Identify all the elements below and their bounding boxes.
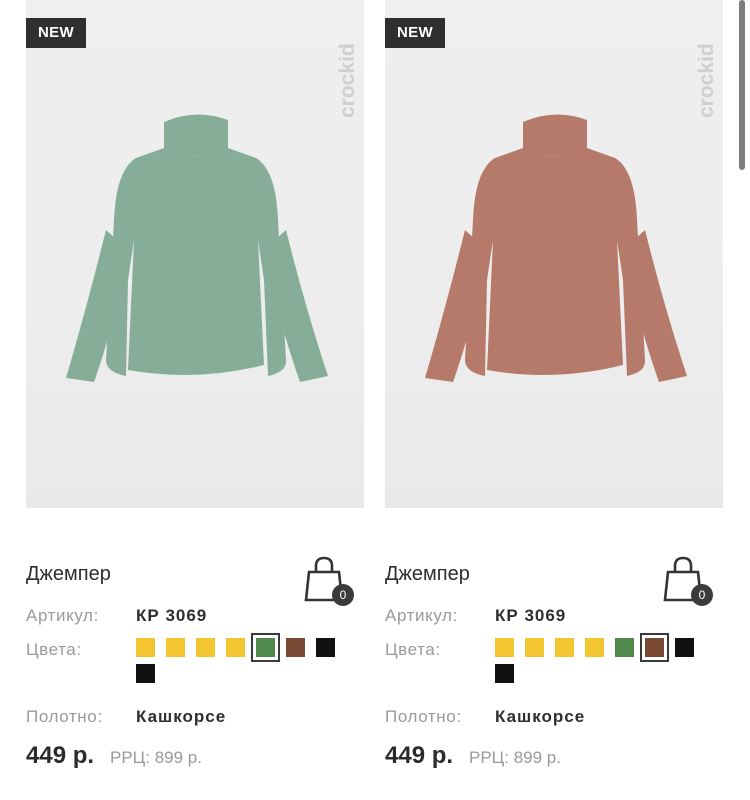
colors-label: Цвета: xyxy=(26,640,82,659)
color-swatch[interactable] xyxy=(585,638,604,657)
color-swatch[interactable] xyxy=(615,638,634,657)
fabric-label: Полотно: xyxy=(385,707,462,726)
cart-count-badge: 0 xyxy=(691,584,713,606)
sweater-image xyxy=(425,114,687,382)
rrc-price: РРЦ: 899 р. xyxy=(469,748,561,767)
article-label: Артикул: xyxy=(385,606,458,625)
cart-count-badge: 0 xyxy=(332,584,354,606)
brand-text: crockid xyxy=(336,43,359,118)
scrollbar[interactable] xyxy=(739,0,745,170)
product-image[interactable]: NEW crockid xyxy=(26,0,364,508)
fabric-value: Кашкорсе xyxy=(495,707,586,726)
brand-text: crockid xyxy=(695,43,718,118)
color-swatch[interactable] xyxy=(166,638,185,657)
product-image[interactable]: NEW crockid xyxy=(385,0,723,508)
new-badge: NEW xyxy=(26,18,86,48)
color-swatch[interactable] xyxy=(675,638,694,657)
product-title[interactable]: Джемпер xyxy=(26,563,111,586)
fabric-value: Кашкорсе xyxy=(136,707,227,726)
color-swatch[interactable] xyxy=(251,633,280,662)
price: 449 р. xyxy=(385,742,454,769)
article-value: КР 3069 xyxy=(136,606,208,625)
brand-logo: crockid xyxy=(695,43,718,118)
product-card[interactable]: NEW crockid Джемпер 0 Артикул: КР 3069 Ц… xyxy=(26,0,364,800)
color-swatch[interactable] xyxy=(525,638,544,657)
product-title[interactable]: Джемпер xyxy=(385,563,470,586)
rrc-price: РРЦ: 899 р. xyxy=(110,748,202,767)
sweater-image xyxy=(66,114,328,382)
add-to-cart-button[interactable]: 0 xyxy=(304,556,354,606)
color-swatch[interactable] xyxy=(495,638,514,657)
color-swatch[interactable] xyxy=(316,638,335,657)
color-swatch[interactable] xyxy=(226,638,245,657)
price: 449 р. xyxy=(26,742,95,769)
color-swatch[interactable] xyxy=(136,664,155,683)
color-swatch[interactable] xyxy=(196,638,215,657)
color-swatch[interactable] xyxy=(640,633,669,662)
product-card[interactable]: NEW crockid Джемпер 0 Артикул: КР 3069 Ц… xyxy=(385,0,723,800)
article-label: Артикул: xyxy=(26,606,99,625)
article-value: КР 3069 xyxy=(495,606,567,625)
color-swatch[interactable] xyxy=(555,638,574,657)
new-badge: NEW xyxy=(385,18,445,48)
color-swatch[interactable] xyxy=(286,638,305,657)
fabric-label: Полотно: xyxy=(26,707,103,726)
brand-logo: crockid xyxy=(336,43,359,118)
add-to-cart-button[interactable]: 0 xyxy=(663,556,713,606)
color-swatch[interactable] xyxy=(136,638,155,657)
color-swatch[interactable] xyxy=(495,664,514,683)
colors-label: Цвета: xyxy=(385,640,441,659)
